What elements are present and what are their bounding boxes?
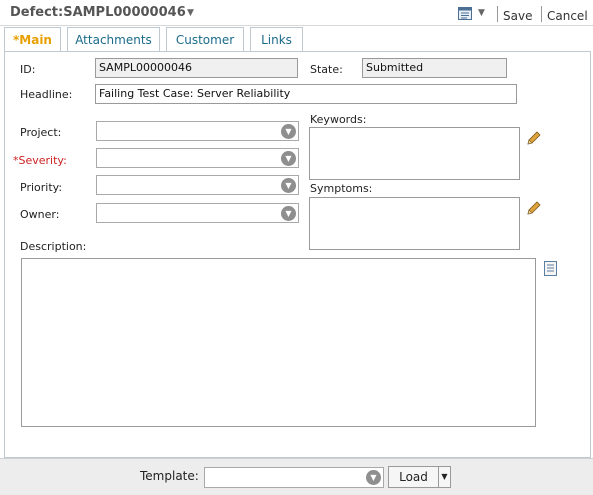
description-label: Description: [20,240,87,253]
chevron-down-icon[interactable]: ▼ [281,124,296,139]
state-field: Submitted [362,58,507,78]
template-label: Template: [140,469,199,483]
load-menu-chevron-down-icon[interactable]: ▼ [438,466,451,488]
owner-label: Owner: [20,208,60,221]
tab-bar: *Main Attachments Customer Links [4,26,593,53]
divider [541,6,542,22]
form-view-icon[interactable] [458,7,472,20]
template-footer: Template: ▼ Load ▼ [0,458,593,495]
form-header: Defect:SAMPL00000046 ▼ ▼ Save Cancel [0,0,593,26]
description-textarea[interactable] [21,258,536,427]
chevron-down-icon[interactable]: ▼ [281,151,296,166]
view-menu-chevron-down-icon[interactable]: ▼ [478,8,485,18]
project-select[interactable]: ▼ [96,121,299,141]
cancel-button[interactable]: Cancel [547,9,588,23]
tab-customer[interactable]: Customer [166,27,244,52]
chevron-down-icon[interactable]: ▼ [281,206,296,221]
load-button[interactable]: Load [388,466,439,488]
priority-label: Priority: [20,181,63,194]
priority-select[interactable]: ▼ [96,175,299,195]
tab-links[interactable]: Links [250,27,303,52]
severity-select[interactable]: ▼ [96,148,299,168]
record-title: Defect:SAMPL00000046 [10,5,186,20]
save-button[interactable]: Save [503,9,532,23]
owner-select[interactable]: ▼ [96,203,299,223]
headline-label: Headline: [20,88,73,101]
id-field: SAMPL00000046 [95,58,298,78]
id-label: ID: [20,63,36,76]
state-label: State: [310,63,343,76]
chevron-down-icon[interactable]: ▼ [281,178,296,193]
tab-attachments[interactable]: Attachments [67,27,160,52]
keywords-label: Keywords: [310,113,367,126]
symptoms-list[interactable] [309,197,520,250]
headline-input[interactable]: Failing Test Case: Server Reliability [95,84,517,104]
document-icon[interactable] [544,261,557,276]
symptoms-label: Symptoms: [310,182,373,195]
title-menu-chevron-down-icon[interactable]: ▼ [187,8,194,18]
edit-keywords-pencil-icon[interactable] [526,130,542,146]
keywords-list[interactable] [309,127,520,180]
chevron-down-icon[interactable]: ▼ [366,470,381,485]
template-select[interactable]: ▼ [204,467,384,488]
divider [497,6,498,22]
severity-label: *Severity: [13,154,67,167]
edit-symptoms-pencil-icon[interactable] [526,200,542,216]
tab-main[interactable]: *Main [4,27,61,53]
project-label: Project: [20,126,62,139]
